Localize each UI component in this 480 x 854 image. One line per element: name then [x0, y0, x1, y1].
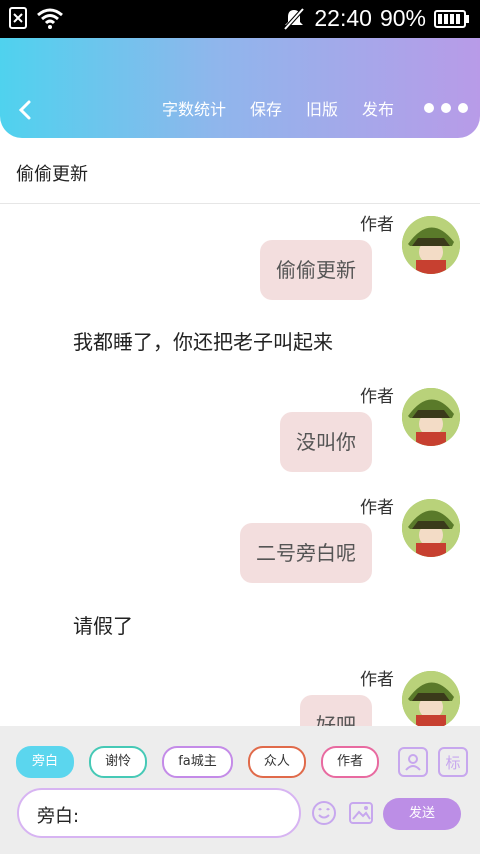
role-chip[interactable]: 作者	[320, 746, 379, 778]
speaker-name: 作者	[360, 215, 394, 235]
chat-message[interactable]: 作者 好吧	[20, 665, 460, 726]
narration-text[interactable]: 请假了	[73, 610, 133, 639]
message-bubble[interactable]: 偷偷更新	[260, 240, 372, 300]
message-bubble[interactable]: 好吧	[300, 695, 372, 726]
image-icon[interactable]	[348, 800, 374, 826]
chat-message[interactable]: 作者 没叫你	[20, 382, 460, 474]
battery-percent: 90%	[379, 5, 426, 31]
message-input[interactable]: 旁白:	[17, 788, 301, 838]
chapter-title[interactable]: 偷偷更新	[16, 160, 88, 186]
message-bubble[interactable]: 没叫你	[280, 412, 372, 472]
message-bubble[interactable]: 二号旁白呢	[240, 523, 372, 583]
speaker-name: 作者	[360, 387, 394, 407]
avatar[interactable]	[402, 388, 460, 446]
battery-icon	[434, 9, 469, 28]
role-chip[interactable]: fa城主	[162, 746, 233, 778]
role-chip[interactable]: 众人	[247, 746, 306, 778]
mute-icon	[283, 7, 305, 30]
avatar[interactable]	[402, 216, 460, 274]
speaker-name: 作者	[360, 498, 394, 518]
avatar[interactable]	[402, 671, 460, 726]
chat-area[interactable]: 作者 偷偷更新 我都睡了，你还把老子叫起来 作者 没叫你 作者 二号旁白呢 请假…	[0, 204, 480, 726]
status-bar: 22:40 90%	[0, 0, 480, 38]
sim-error-icon	[9, 7, 27, 29]
avatar[interactable]	[402, 499, 460, 557]
more-icon[interactable]	[424, 103, 468, 113]
old-version-button[interactable]: 旧版	[306, 96, 338, 120]
input-prefix: 旁白:	[37, 806, 80, 827]
back-icon[interactable]	[14, 98, 38, 122]
person-icon[interactable]	[398, 747, 428, 777]
wifi-icon	[37, 8, 63, 29]
chat-message[interactable]: 作者 二号旁白呢	[20, 493, 460, 585]
emoji-icon[interactable]	[311, 800, 337, 826]
role-chip-narrator[interactable]: 旁白	[16, 746, 75, 778]
mark-button[interactable]: 标	[438, 747, 468, 777]
send-button[interactable]: 发送	[383, 798, 461, 830]
speaker-name: 作者	[360, 670, 394, 690]
publish-button[interactable]: 发布	[362, 96, 394, 120]
composer-panel: 旁白 谢怜 fa城主 众人 作者 卷毛 标 旁白: 发送	[0, 726, 480, 854]
top-toolbar: 字数统计 保存 旧版 发布	[0, 38, 480, 138]
role-selector[interactable]: 旁白 谢怜 fa城主 众人 作者 卷毛	[16, 746, 386, 778]
role-chip[interactable]: 谢怜	[89, 746, 148, 778]
clock: 22:40	[314, 5, 372, 31]
word-count-button[interactable]: 字数统计	[162, 96, 226, 120]
chat-message[interactable]: 作者 偷偷更新	[20, 210, 460, 302]
save-button[interactable]: 保存	[250, 96, 282, 120]
narration-text[interactable]: 我都睡了，你还把老子叫起来	[73, 326, 333, 355]
